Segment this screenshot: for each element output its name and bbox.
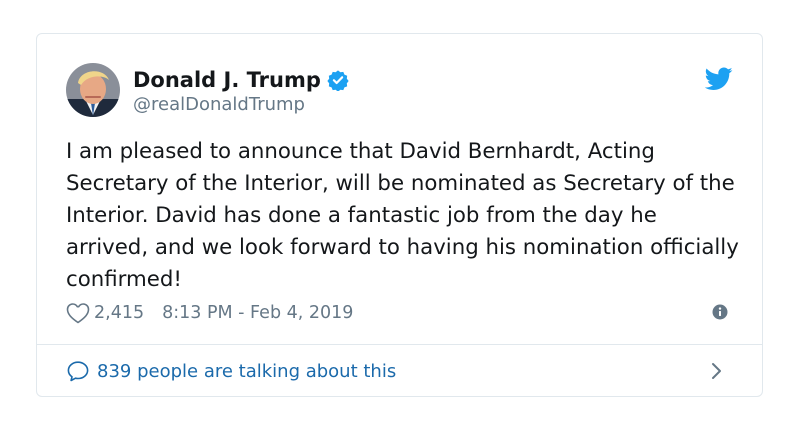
author-display-name[interactable]: Donald J. Trump (133, 68, 321, 92)
author-handle[interactable]: @realDonaldTrump (133, 94, 349, 115)
like-count[interactable]: 2,415 (94, 303, 144, 323)
tweet-meta: 2,415 8:13 PM - Feb 4, 2019 (66, 301, 734, 325)
divider (37, 344, 762, 345)
tweet-text: I am pleased to announce that David Bern… (66, 139, 739, 292)
info-icon[interactable] (712, 304, 728, 320)
verified-badge-icon (327, 69, 349, 92)
speech-bubble-icon (66, 360, 90, 382)
tweet-timestamp[interactable]: 8:13 PM - Feb 4, 2019 (162, 303, 353, 323)
heart-icon[interactable] (66, 302, 90, 324)
conversation-link[interactable]: 839 people are talking about this (66, 352, 734, 390)
avatar[interactable] (66, 63, 120, 117)
author-names: Donald J. Trump @realDonaldTrump (133, 66, 349, 115)
twitter-bird-icon[interactable] (704, 67, 733, 91)
chevron-right-icon[interactable] (710, 362, 722, 380)
tweet-header: Donald J. Trump @realDonaldTrump (66, 63, 734, 119)
people-talking-text[interactable]: 839 people are talking about this (97, 361, 396, 382)
tweet-card[interactable]: Donald J. Trump @realDonaldTrump I am pl… (36, 33, 763, 397)
